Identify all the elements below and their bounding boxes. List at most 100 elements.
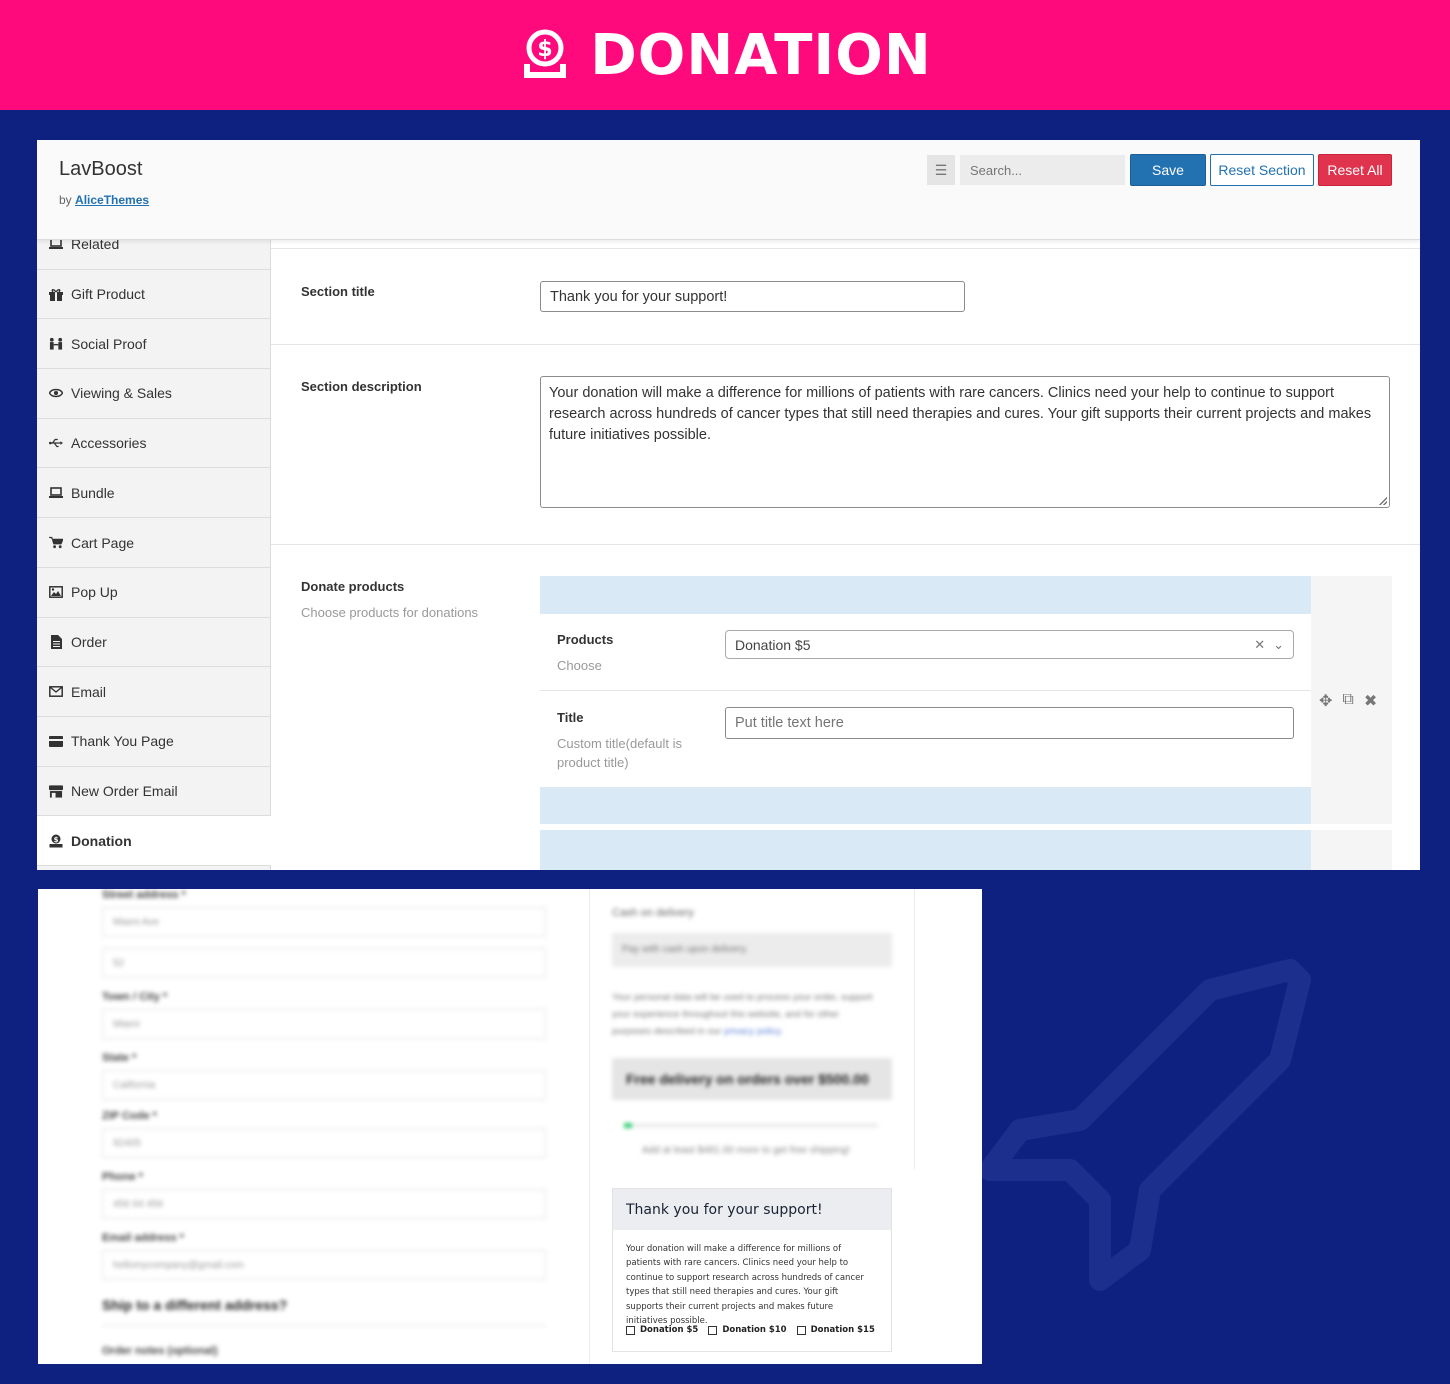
usb-icon xyxy=(49,436,63,450)
sidebar-item-gift-product[interactable]: Gift Product xyxy=(37,270,271,320)
save-button[interactable]: Save xyxy=(1130,154,1206,186)
app-byline: by AliceThemes xyxy=(59,193,149,207)
sidebar-item-email[interactable]: Email xyxy=(37,667,271,717)
sidebar-item-new-order-email[interactable]: New Order Email xyxy=(37,767,271,817)
cart-icon xyxy=(49,536,63,550)
repeater-next-item[interactable] xyxy=(540,830,1311,870)
gift-icon xyxy=(49,287,63,301)
sidebar-item-accessories[interactable]: Accessories xyxy=(37,419,271,469)
sidebar-item-label: Gift Product xyxy=(71,286,145,303)
chevron-down-icon[interactable]: ⌄ xyxy=(1273,637,1284,653)
sidebar-item-thank-you-page[interactable]: Thank You Page xyxy=(37,717,271,767)
title-label: Title xyxy=(557,710,584,725)
sidebar-item-bundle[interactable]: Bundle xyxy=(37,469,271,519)
resize-handle[interactable] xyxy=(1379,497,1387,505)
order-notes-label: Order notes (optional) xyxy=(102,1345,218,1357)
laptop-icon xyxy=(49,486,63,500)
privacy-policy-link[interactable]: privacy policy. xyxy=(724,1026,783,1037)
donation-option-label: Donation $5 xyxy=(640,1325,699,1335)
products-selected-value: Donation $5 xyxy=(735,636,811,653)
admin-panel: LavBoost by AliceThemes ☰ Save Reset Sec… xyxy=(37,140,1420,870)
apartment-input[interactable]: 52 xyxy=(102,948,546,978)
sidebar-item-label: New Order Email xyxy=(71,783,178,800)
state-label: State * xyxy=(102,1052,137,1064)
move-icon[interactable]: ✥ xyxy=(1319,691,1332,711)
donation-option-5[interactable]: Donation $5 xyxy=(626,1325,698,1335)
sidebar-item-pop-up[interactable]: Pop Up xyxy=(37,568,271,618)
section-description-text: Your donation will make a difference for… xyxy=(549,385,1372,443)
sidebar-item-label: Viewing & Sales xyxy=(71,385,172,402)
author-link[interactable]: AliceThemes xyxy=(75,193,149,207)
section-title-label: Section title xyxy=(301,284,375,299)
email-input[interactable]: hellomycompany@gmail.com xyxy=(102,1250,546,1280)
street-address-input[interactable]: Miami Ave xyxy=(102,907,546,937)
panel-header: LavBoost by AliceThemes ☰ Save Reset Sec… xyxy=(37,140,1420,240)
free-delivery-title: Free delivery on orders over $500.00 xyxy=(612,1058,892,1100)
phone-input[interactable]: 456 64 456 xyxy=(102,1189,546,1219)
repeater-header[interactable] xyxy=(540,576,1311,614)
zip-label: ZIP Code * xyxy=(102,1110,157,1122)
credit-card-icon xyxy=(49,734,63,748)
donation-option-label: Donation $10 xyxy=(722,1325,787,1335)
repeater-next-item-controls xyxy=(1311,830,1392,870)
section-description-label: Section description xyxy=(301,379,422,394)
sidebar: Related Gift Product Social Proof Viewin… xyxy=(37,236,272,870)
envelope-icon xyxy=(49,685,63,699)
free-delivery-progress xyxy=(624,1123,878,1128)
sidebar-item-social-proof[interactable]: Social Proof xyxy=(37,319,271,370)
payment-method[interactable]: Cash on delivery xyxy=(612,907,694,919)
search-input[interactable] xyxy=(960,155,1125,185)
eye-icon xyxy=(49,386,63,400)
email-label: Email address * xyxy=(102,1232,184,1244)
sidebar-item-label: Email xyxy=(71,683,107,700)
sidebar-item-cart-page[interactable]: Cart Page xyxy=(37,518,271,568)
donation-option-15[interactable]: Donation $15 xyxy=(796,1325,875,1335)
donate-products-description: Choose products for donations xyxy=(301,605,479,620)
divider xyxy=(271,544,1420,545)
city-input[interactable]: Miami xyxy=(102,1009,546,1039)
title-description: Custom title(default is product title) xyxy=(557,736,682,770)
products-description: Choose xyxy=(557,658,602,673)
donation-options: Donation $5 Donation $10 Donation $15 xyxy=(626,1325,875,1335)
repeater-footer xyxy=(540,787,1311,824)
title-input[interactable] xyxy=(725,707,1294,739)
donation-banner: $ DONATION xyxy=(0,0,1450,110)
checkbox[interactable] xyxy=(626,1325,635,1335)
reset-all-button[interactable]: Reset All xyxy=(1318,154,1392,186)
donate-products-repeater: Products Choose Donation $5 ✕ ⌄ Title Cu… xyxy=(540,576,1392,824)
sidebar-item-donation[interactable]: $ Donation xyxy=(37,816,272,867)
donation-widget: Thank you for your support! Your donatio… xyxy=(612,1188,892,1352)
donation-option-10[interactable]: Donation $10 xyxy=(708,1325,787,1335)
sidebar-item-viewing-sales[interactable]: Viewing & Sales xyxy=(37,369,271,419)
payment-note: Pay with cash upon delivery. xyxy=(612,933,892,967)
people-icon xyxy=(49,337,63,351)
donation-widget-description: Your donation will make a difference for… xyxy=(626,1244,864,1327)
svg-text:$: $ xyxy=(538,37,553,62)
section-description-textarea[interactable]: Your donation will make a difference for… xyxy=(540,376,1390,508)
state-select[interactable]: California xyxy=(102,1070,546,1100)
close-icon[interactable]: ✖ xyxy=(1364,691,1377,711)
section-title-input[interactable]: Thank you for your support! xyxy=(540,281,965,312)
checkbox[interactable] xyxy=(708,1325,718,1335)
ship-different-address[interactable]: Ship to a different address? xyxy=(102,1297,287,1313)
byline-prefix: by xyxy=(59,193,72,207)
copy-icon[interactable]: ⧉ xyxy=(1342,691,1353,711)
rocket-icon xyxy=(979,959,1311,1291)
sidebar-item-label: Order xyxy=(71,633,107,650)
file-icon xyxy=(49,634,63,649)
zip-input[interactable]: 92405 xyxy=(102,1128,546,1158)
sidebar-item-label: Cart Page xyxy=(71,534,135,551)
app-title: LavBoost xyxy=(59,158,143,180)
sidebar-item-order[interactable]: Order xyxy=(37,618,271,668)
privacy-notice: Your personal data will be used to proce… xyxy=(612,989,874,1040)
sidebar-item-label: Pop Up xyxy=(71,584,118,601)
divider xyxy=(540,690,1311,691)
city-label: Town / City * xyxy=(102,991,168,1003)
clear-icon[interactable]: ✕ xyxy=(1254,637,1265,653)
products-select[interactable]: Donation $5 ✕ ⌄ xyxy=(725,630,1294,659)
checkbox[interactable] xyxy=(796,1325,806,1335)
free-shipping-note: Add at least $481.00 more to get free sh… xyxy=(642,1145,850,1156)
svg-text:$: $ xyxy=(54,836,59,844)
reset-section-button[interactable]: Reset Section xyxy=(1210,154,1314,186)
expand-options-button[interactable]: ☰ xyxy=(927,155,955,185)
